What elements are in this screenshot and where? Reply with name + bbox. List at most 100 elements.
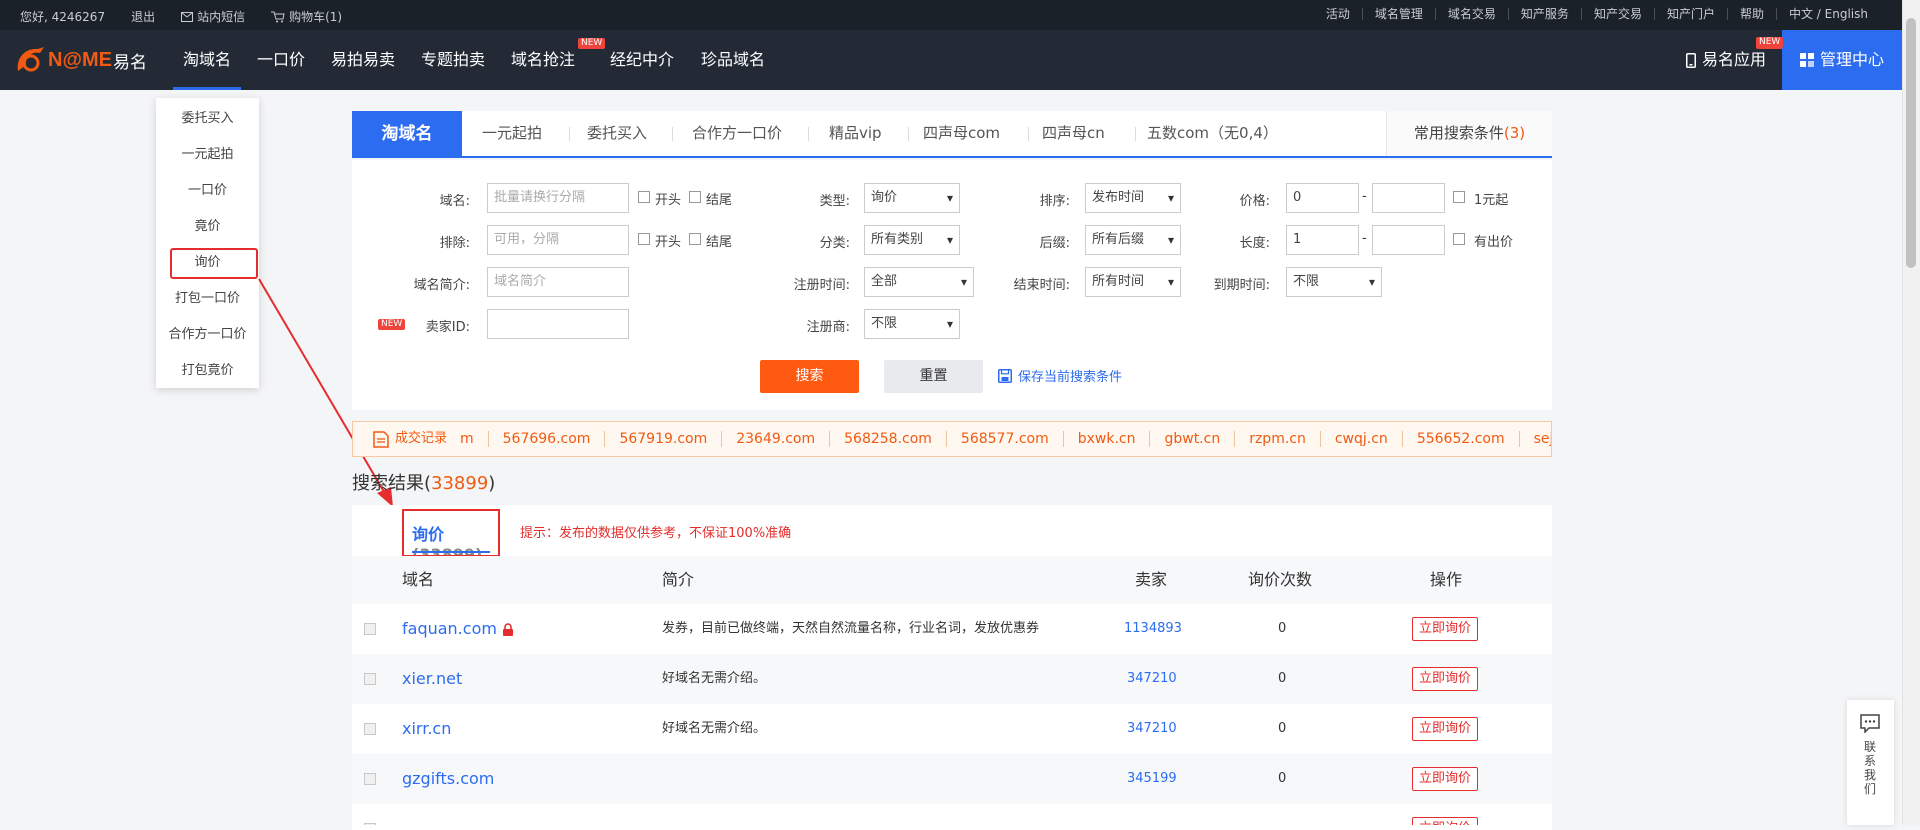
ticker-item[interactable]: bxwk.cn [1062,431,1150,447]
price-min-input[interactable]: 0 [1286,183,1359,213]
language-switch[interactable]: 中文 / English [1775,8,1880,20]
category-select[interactable]: 所有类别 [864,225,960,255]
intro-input[interactable]: 域名简介 [487,267,629,297]
menu-item-bundle-bid[interactable]: 打包竟价 [156,359,259,378]
cart-label: 购物车(1) [289,10,343,24]
domain-link[interactable]: xier.net [402,654,462,704]
registrar-select[interactable]: 不限 [864,309,960,339]
link-domain-manage[interactable]: 域名管理 [1361,8,1435,20]
link-ip-portal[interactable]: 知产门户 [1653,8,1727,20]
nav-auction[interactable]: 易拍易卖 [331,30,395,90]
nav-dropdown-menu: 委托买入 一元起拍 一口价 竟价 询价 打包一口价 合作方一口价 打包竟价 [156,98,259,388]
link-domain-trade[interactable]: 域名交易 [1434,8,1508,20]
ticker-item[interactable]: 568577.com [945,431,1063,447]
cart-link[interactable]: 购物车(1) [271,8,342,25]
tab-tao-domain[interactable]: 淘域名 [352,111,462,158]
seller-id[interactable]: 347210 [1127,704,1177,754]
logout-link[interactable]: 退出 [131,8,155,25]
seller-id[interactable]: 1134893 [1124,604,1182,654]
ticker-item[interactable]: rzpm.cn [1234,431,1320,447]
ticker-item[interactable]: 567919.com [604,431,722,447]
inquire-button[interactable]: 立即询价 [1412,817,1479,825]
ticker-item[interactable]: cwqj.cn [1319,431,1402,447]
menu-item-bundle-fixed[interactable]: 打包一口价 [156,287,259,306]
menu-item-bid[interactable]: 竟价 [156,215,259,234]
link-ip-service[interactable]: 知产服务 [1507,8,1581,20]
row-checkbox[interactable] [364,773,376,785]
nav-premium[interactable]: 珍品域名 [701,30,765,90]
tab-one-yuan[interactable]: 一元起拍 [482,111,542,156]
reg-time-select[interactable]: 全部 [864,267,974,297]
link-help[interactable]: 帮助 [1726,8,1776,20]
ticker-item[interactable]: gbwt.cn [1149,431,1235,447]
sort-select[interactable]: 发布时间 [1085,183,1181,213]
tab-4char-cn[interactable]: 四声母cn [1042,111,1105,156]
tab-4char-com[interactable]: 四声母com [923,111,1000,156]
menu-item-partner-fixed[interactable]: 合作方一口价 [156,323,259,342]
ticker-item[interactable]: 567696.com [487,431,605,447]
menu-item-fixed-price[interactable]: 一口价 [156,179,259,198]
end-time-select[interactable]: 所有时间 [1085,267,1181,297]
price-dash: - [1362,189,1367,204]
domain-link[interactable]: gzgifts.com [402,754,494,804]
save-conditions-link[interactable]: 保存当前搜索条件 [998,366,1122,385]
domain-end-checkbox[interactable] [689,191,701,203]
link-ip-trade[interactable]: 知产交易 [1580,8,1654,20]
contact-us-widget[interactable]: 联系我们 [1847,700,1894,825]
messages-link[interactable]: 站内短信 [181,8,245,25]
label-expire: 到期时间: [1213,278,1270,293]
domain-input[interactable]: 批量请换行分隔 [487,183,629,213]
inquire-button[interactable]: 立即询价 [1412,717,1479,741]
nav-fixed-price[interactable]: 一口价 [257,30,305,90]
ticker-item[interactable]: m [460,431,488,447]
domain-start-checkbox[interactable] [638,191,650,203]
row-checkbox[interactable] [364,723,376,735]
has-bid-checkbox[interactable] [1453,233,1465,245]
exclude-input[interactable]: 可用，分隔 [487,225,629,255]
domain-link[interactable]: faquan.com [402,604,497,654]
length-min-input[interactable]: 1 [1286,225,1359,255]
reset-button[interactable]: 重置 [884,360,983,393]
length-max-input[interactable] [1372,225,1445,255]
scrollbar-thumb[interactable] [1906,18,1916,268]
col-domain: 域名 [402,570,435,589]
nav-topic-auction[interactable]: 专题拍卖 [421,30,485,90]
nav-tao-domain[interactable]: 淘域名 [172,30,242,90]
domain-link[interactable]: xirr.cn [402,704,451,754]
link-activity[interactable]: 活动 [1314,8,1362,20]
seller-id[interactable]: 345199 [1127,754,1177,804]
common-search-conditions[interactable]: 常用搜索条件(3) [1386,111,1552,156]
menu-item-entrusted-buy[interactable]: 委托买入 [156,107,259,126]
tab-5num-com[interactable]: 五数com（无0,4） [1147,111,1278,156]
management-center-button[interactable]: 管理中心 [1782,30,1902,90]
inquire-button[interactable]: 立即询价 [1412,667,1479,691]
logo[interactable]: N@ME 易名 [14,42,147,78]
exclude-end-checkbox[interactable] [689,233,701,245]
suffix-select[interactable]: 所有后缀 [1085,225,1181,255]
row-checkbox[interactable] [364,673,376,685]
tab-partner-fixed[interactable]: 合作方一口价 [692,111,782,156]
exclude-start-checkbox[interactable] [638,233,650,245]
nav-domain-snap[interactable]: 域名抢注 [511,30,575,90]
ticker-item[interactable]: 568258.com [829,431,946,447]
search-button[interactable]: 搜索 [760,360,859,393]
inquire-button[interactable]: 立即询价 [1412,617,1479,641]
label-sort: 排序: [1039,194,1070,209]
tab-vip[interactable]: 精品vip [829,111,882,156]
price-max-input[interactable] [1372,183,1445,213]
one-yuan-checkbox[interactable] [1453,191,1465,203]
seller-id-input[interactable] [487,309,629,339]
row-checkbox[interactable] [364,623,376,635]
expire-select[interactable]: 不限 [1286,267,1382,297]
nav-broker[interactable]: 经纪中介 [610,30,674,90]
inquire-button[interactable]: 立即询价 [1412,767,1479,791]
type-select[interactable]: 询价 [864,183,960,213]
tab-entrusted[interactable]: 委托买入 [587,111,647,156]
app-link[interactable]: 易名应用 [1686,30,1766,90]
ticker-item[interactable]: 556652.com [1401,431,1519,447]
seller-id[interactable]: 347210 [1127,654,1177,704]
ticker-item[interactable]: 23649.com [721,431,830,447]
menu-item-one-yuan[interactable]: 一元起拍 [156,143,259,162]
logo-brand: N@ME [48,48,112,71]
ticker-item[interactable]: sejue.cn [1518,431,1551,447]
